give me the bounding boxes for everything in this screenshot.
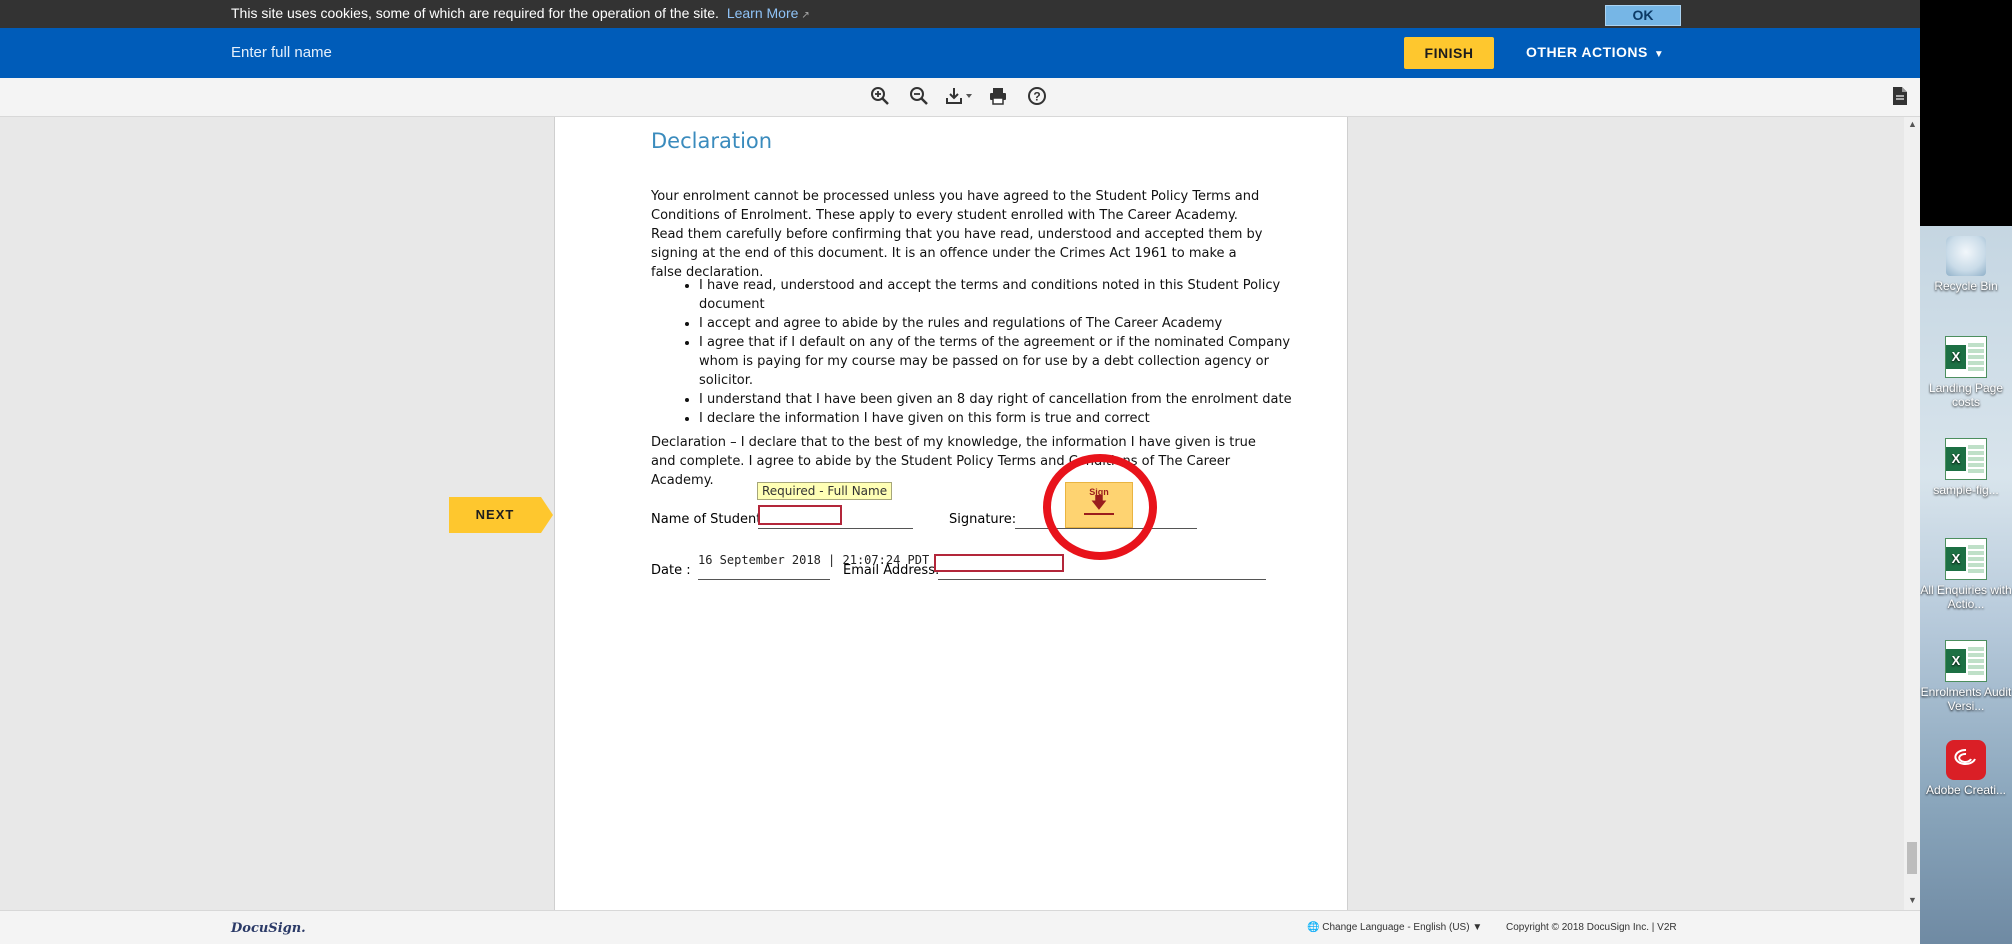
zoom-in-icon[interactable] <box>870 86 892 108</box>
zoom-out-icon[interactable] <box>909 86 931 108</box>
desktop-icon-label: sample-fig... <box>1933 483 1999 497</box>
recycle-bin-icon <box>1946 236 1986 276</box>
learn-more-link[interactable]: Learn More <box>727 5 799 21</box>
required-field-tooltip: Required - Full Name <box>757 482 893 500</box>
next-field-button[interactable]: NEXT <box>449 497 553 533</box>
desktop-icon-label: Landing Page costs <box>1928 381 2004 409</box>
desktop-icon-label: Adobe Creati... <box>1925 783 2007 797</box>
desktop-icon-label: All Enquiries with Actio... <box>1920 583 2012 611</box>
finish-button[interactable]: FINISH <box>1404 37 1494 69</box>
cookie-message: This site uses cookies, some of which ar… <box>231 5 810 21</box>
document-toolbar: ? <box>0 78 1920 117</box>
desktop-icon-enrolments-audit[interactable]: X Enrolments Audit Versi... <box>1920 640 2012 713</box>
signature-label: Signature: <box>949 512 1017 527</box>
next-label: NEXT <box>449 497 541 533</box>
globe-icon: 🌐 <box>1307 922 1320 933</box>
cookie-banner: This site uses cookies, some of which ar… <box>0 0 1920 28</box>
document-panel-icon[interactable] <box>1888 85 1912 109</box>
download-icon[interactable] <box>945 86 975 108</box>
intro-paragraph: Your enrolment cannot be processed unles… <box>651 189 1263 280</box>
change-language-menu[interactable]: 🌐 Change Language - English (US) ▼ <box>1307 922 1482 933</box>
excel-icon: X <box>1945 336 1987 378</box>
vertical-scrollbar[interactable]: ▲ ▼ <box>1904 117 1920 910</box>
other-actions-label: OTHER ACTIONS <box>1526 44 1648 60</box>
adobe-cc-icon <box>1946 740 1986 780</box>
caret-down-icon: ▼ <box>1472 922 1483 933</box>
email-field[interactable] <box>934 554 1064 572</box>
date-label: Date : <box>651 563 691 578</box>
print-icon[interactable] <box>988 86 1010 108</box>
desktop-icon-sample-fig[interactable]: X sample-fig... <box>1920 438 2012 497</box>
scroll-up-icon[interactable]: ▲ <box>1908 119 1917 129</box>
desktop-background: Recycle Bin X Landing Page costs X sampl… <box>1920 0 2012 944</box>
document-page: Declaration Your enrolment cannot be pro… <box>554 117 1348 910</box>
document-title: Declaration <box>651 129 773 153</box>
help-icon[interactable]: ? <box>1027 86 1049 108</box>
external-link-icon: ↗ <box>801 10 810 21</box>
scroll-thumb[interactable] <box>1907 842 1917 874</box>
declaration-list: I have read, understood and accept the t… <box>651 276 1319 428</box>
docusign-logo: DocuSign. <box>231 921 306 936</box>
desktop-icon-recycle-bin[interactable]: Recycle Bin <box>1920 236 2012 293</box>
list-item: I agree that if I default on any of the … <box>699 333 1319 390</box>
list-item: I declare the information I have given o… <box>699 409 1319 428</box>
declaration-paragraph: Declaration – I declare that to the best… <box>651 435 1256 488</box>
list-item: I accept and agree to abide by the rules… <box>699 314 1319 333</box>
excel-icon: X <box>1945 640 1987 682</box>
copyright-text: Copyright © 2018 DocuSign Inc. | V2R <box>1506 922 1677 933</box>
student-name-label: Name of Student: <box>651 512 766 527</box>
signing-header: Enter full name FINISH OTHER ACTIONS ▼ <box>0 28 1920 78</box>
name-underline <box>758 528 913 529</box>
highlight-circle <box>1043 454 1157 560</box>
browser-window: This site uses cookies, some of which ar… <box>0 0 1920 944</box>
caret-down-icon: ▼ <box>1653 49 1665 60</box>
desktop-icon-label: Enrolments Audit Versi... <box>1920 685 2012 713</box>
next-arrow-tip <box>541 497 553 533</box>
date-underline <box>698 579 830 580</box>
excel-icon: X <box>1945 438 1987 480</box>
other-actions-menu[interactable]: OTHER ACTIONS ▼ <box>1526 44 1664 60</box>
excel-icon: X <box>1945 538 1987 580</box>
desktop-icon-adobe[interactable]: Adobe Creati... <box>1920 740 2012 797</box>
language-label: Change Language - English (US) <box>1322 922 1470 933</box>
cookie-text: This site uses cookies, some of which ar… <box>231 5 719 21</box>
student-name-field[interactable] <box>758 505 842 525</box>
cookie-ok-button[interactable]: OK <box>1605 5 1681 26</box>
scroll-down-icon[interactable]: ▼ <box>1908 895 1917 905</box>
list-item: I understand that I have been given an 8… <box>699 390 1319 409</box>
email-underline <box>938 579 1266 580</box>
signer-name-prompt: Enter full name <box>231 44 332 61</box>
desktop-icon-all-enquiries[interactable]: X All Enquiries with Actio... <box>1920 538 2012 611</box>
svg-text:?: ? <box>1033 90 1040 104</box>
email-label: Email Address: <box>843 563 940 578</box>
desktop-icon-label: Recycle Bin <box>1934 279 1998 293</box>
page-footer: DocuSign. 🌐 Change Language - English (U… <box>0 910 1920 944</box>
desktop-icon-landing-page-costs[interactable]: X Landing Page costs <box>1920 336 2012 409</box>
list-item: I have read, understood and accept the t… <box>699 276 1319 314</box>
